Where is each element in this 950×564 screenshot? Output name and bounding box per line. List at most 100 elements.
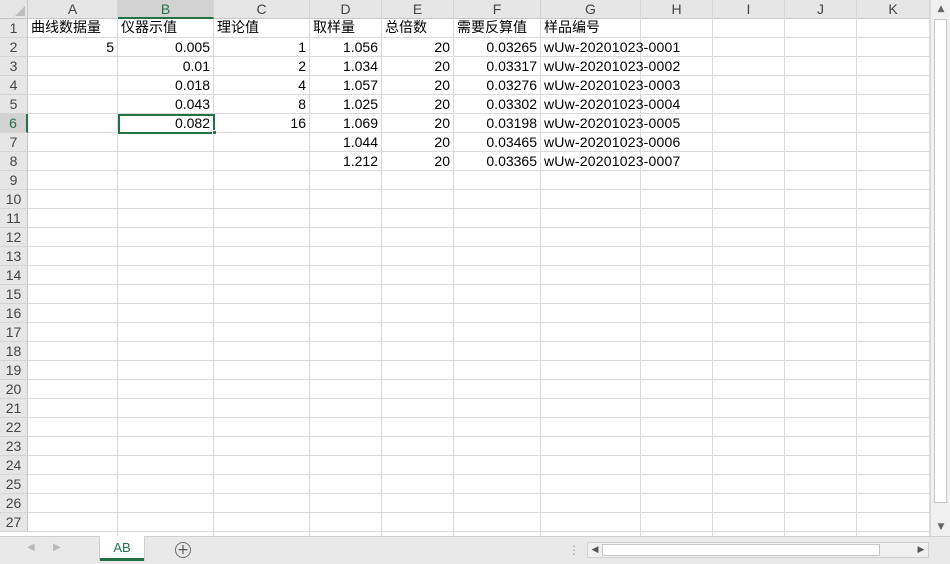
cell-c6[interactable]: 16 [214,114,309,133]
column-header-b[interactable]: B [118,0,214,19]
cell-f7[interactable]: 0.03465 [454,133,540,152]
cell-e6[interactable]: 20 [382,114,453,133]
scroll-down-icon[interactable]: ▼ [934,520,948,534]
row-header-9[interactable]: 9 [0,171,28,190]
cell-f6[interactable]: 0.03198 [454,114,540,133]
row-header-24[interactable]: 24 [0,456,28,475]
scroll-up-icon[interactable]: ▲ [934,2,948,16]
cell-e1[interactable]: 总倍数 [382,19,430,38]
cell-f8[interactable]: 0.03365 [454,152,540,171]
column-header-h[interactable]: H [641,0,713,19]
cell-e8[interactable]: 20 [382,152,453,171]
tab-split-handle[interactable]: ⋮ [568,543,580,557]
row-header-26[interactable]: 26 [0,494,28,513]
cell-f3[interactable]: 0.03317 [454,57,540,76]
scroll-left-icon[interactable]: ◀ [589,544,601,556]
row-header-2[interactable]: 2 [0,38,28,57]
plus-circle-icon[interactable]: + [175,542,191,558]
worksheet-grid[interactable]: ABCDEFGHIJK 1 2 3 4 5 6 7 8 9 10 11 12 13 14 15 16 17 18 1… [0,0,930,536]
cell-d6[interactable]: 1.069 [310,114,381,133]
chevron-right-icon[interactable]: ▶ [53,542,61,553]
cell-a2[interactable]: 5 [28,38,117,57]
row-header-4[interactable]: 4 [0,76,28,95]
column-header-i[interactable]: I [713,0,785,19]
row-header-3[interactable]: 3 [0,57,28,76]
cell-c4[interactable]: 4 [214,76,309,95]
row-header-25[interactable]: 25 [0,475,28,494]
fill-handle[interactable] [212,130,217,135]
row-header-1[interactable]: 1 [0,19,28,38]
cell-b5[interactable]: 0.043 [118,95,213,114]
cell-b1[interactable]: 仪器示值 [118,19,180,38]
cell-d4[interactable]: 1.057 [310,76,381,95]
cell-g7[interactable]: wUw-20201023-0006 [541,133,684,152]
column-header-j[interactable]: J [785,0,857,19]
cell-g8[interactable]: wUw-20201023-0007 [541,152,684,171]
row-header-22[interactable]: 22 [0,418,28,437]
sheet-tab-ab[interactable]: AB [100,536,144,561]
cell-d3[interactable]: 1.034 [310,57,381,76]
row-header-17[interactable]: 17 [0,323,28,342]
select-all-corner[interactable] [0,0,28,19]
row-header-15[interactable]: 15 [0,285,28,304]
cell-g2[interactable]: wUw-20201023-0001 [541,38,684,57]
vertical-scrollbar[interactable]: ▲ ▼ [930,0,950,536]
row-header-11[interactable]: 11 [0,209,28,228]
row-header-18[interactable]: 18 [0,342,28,361]
cell-d2[interactable]: 1.056 [310,38,381,57]
cell-d8[interactable]: 1.212 [310,152,381,171]
row-header-27[interactable]: 27 [0,513,28,532]
cell-g4[interactable]: wUw-20201023-0003 [541,76,684,95]
cell-e7[interactable]: 20 [382,133,453,152]
horizontal-scrollbar[interactable]: ◀ ▶ [587,542,929,558]
cell-g6[interactable]: wUw-20201023-0005 [541,114,684,133]
row-header-7[interactable]: 7 [0,133,28,152]
cell-d7[interactable]: 1.044 [310,133,381,152]
cell-c5[interactable]: 8 [214,95,309,114]
row-header-16[interactable]: 16 [0,304,28,323]
horizontal-scroll-thumb[interactable] [602,544,880,556]
chevron-left-icon[interactable]: ◀ [27,542,35,553]
row-header-8[interactable]: 8 [0,152,28,171]
cell-f5[interactable]: 0.03302 [454,95,540,114]
column-header-a[interactable]: A [28,0,118,19]
row-header-6[interactable]: 6 [0,114,28,133]
row-header-14[interactable]: 14 [0,266,28,285]
cell-c1[interactable]: 理论值 [214,19,262,38]
column-header-e[interactable]: E [382,0,454,19]
column-header-d[interactable]: D [310,0,382,19]
cell-g3[interactable]: wUw-20201023-0002 [541,57,684,76]
row-header-19[interactable]: 19 [0,361,28,380]
column-header-g[interactable]: G [541,0,641,19]
cell-c2[interactable]: 1 [214,38,309,57]
cell-e3[interactable]: 20 [382,57,453,76]
cell-a1[interactable]: 曲线数据量 [28,19,104,38]
cell-e4[interactable]: 20 [382,76,453,95]
row-header-12[interactable]: 12 [0,228,28,247]
cell-e2[interactable]: 20 [382,38,453,57]
column-header-c[interactable]: C [214,0,310,19]
row-header-10[interactable]: 10 [0,190,28,209]
cell-f1[interactable]: 需要反算值 [454,19,530,38]
cell-g5[interactable]: wUw-20201023-0004 [541,95,684,114]
row-header-13[interactable]: 13 [0,247,28,266]
cell-b2[interactable]: 0.005 [118,38,213,57]
row-gridline [28,398,930,399]
row-header-21[interactable]: 21 [0,399,28,418]
column-header-k[interactable]: K [857,0,930,19]
row-header-5[interactable]: 5 [0,95,28,114]
row-header-20[interactable]: 20 [0,380,28,399]
scroll-right-icon[interactable]: ▶ [915,544,927,556]
cell-d1[interactable]: 取样量 [310,19,358,38]
cell-f4[interactable]: 0.03276 [454,76,540,95]
cell-c3[interactable]: 2 [214,57,309,76]
vertical-scroll-thumb[interactable] [934,19,947,503]
row-header-23[interactable]: 23 [0,437,28,456]
cell-e5[interactable]: 20 [382,95,453,114]
column-header-f[interactable]: F [454,0,541,19]
cell-b4[interactable]: 0.018 [118,76,213,95]
cell-g1[interactable]: 样品编号 [541,19,603,38]
cell-f2[interactable]: 0.03265 [454,38,540,57]
cell-b3[interactable]: 0.01 [118,57,213,76]
cell-d5[interactable]: 1.025 [310,95,381,114]
